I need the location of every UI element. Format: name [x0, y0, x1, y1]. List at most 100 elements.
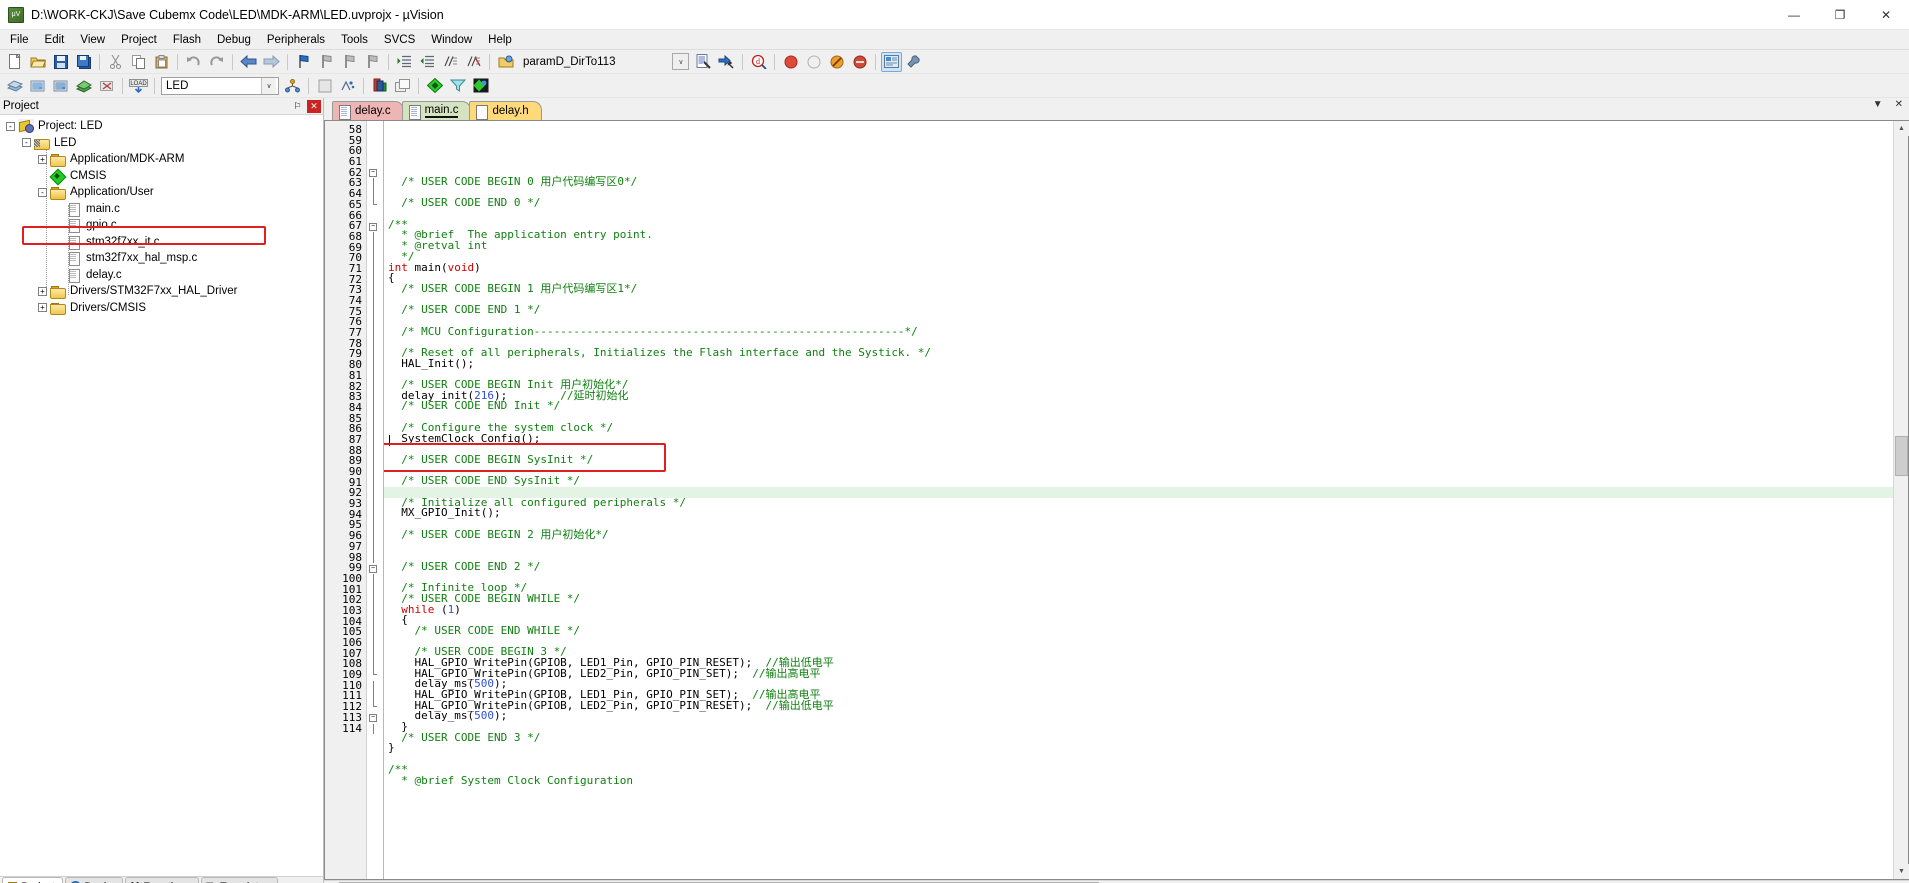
outdent-icon[interactable]	[417, 52, 438, 72]
undo-icon[interactable]	[183, 52, 204, 72]
menu-file[interactable]: File	[2, 30, 37, 50]
fold-collapse-icon[interactable]: −	[369, 565, 377, 573]
arrange-windows-icon[interactable]	[392, 76, 413, 96]
tree-item-delay-c[interactable]: delay.c	[0, 267, 323, 284]
target-select-dropdown[interactable]: ∨	[670, 52, 691, 72]
manage-components-icon[interactable]	[369, 76, 390, 96]
fold-collapse-icon[interactable]: −	[369, 223, 377, 231]
tree-item-cmsis[interactable]: CMSIS	[0, 168, 323, 185]
tree-twisty-icon[interactable]: +	[38, 287, 47, 296]
navigate-back-icon[interactable]	[238, 52, 259, 72]
configure-icon[interactable]	[904, 52, 925, 72]
code-line[interactable]	[384, 540, 1893, 551]
code-line[interactable]: /* MCU Configuration--------------------…	[384, 327, 1893, 338]
code-line[interactable]: */	[384, 252, 1893, 263]
translate-file-icon[interactable]	[4, 76, 25, 96]
code-line[interactable]: * @brief The application entry point.	[384, 230, 1893, 241]
code-line[interactable]: /* USER CODE BEGIN 0 用户代码编写区0*/	[384, 177, 1893, 188]
tree-twisty-icon[interactable]: -	[22, 138, 31, 147]
rebuild-all-icon[interactable]	[50, 76, 71, 96]
project-tree[interactable]: - Project: LED - LED + Application/MDK-A…	[0, 115, 323, 876]
code-viewport[interactable]: 5859606162636465666768697071727374757677…	[325, 121, 1893, 879]
code-line[interactable]: /* USER CODE BEGIN 1 用户代码编写区1*/	[384, 284, 1893, 295]
code-line[interactable]: /* USER CODE BEGIN WHILE */	[384, 594, 1893, 605]
menu-view[interactable]: View	[72, 30, 113, 50]
scroll-up-icon[interactable]: ▲	[1894, 121, 1909, 136]
tree-item-led-target[interactable]: - LED	[0, 135, 323, 152]
menu-help[interactable]: Help	[480, 30, 520, 50]
configuration-wizard-toggle[interactable]	[881, 52, 902, 72]
code-line[interactable]: /* USER CODE END 2 */	[384, 562, 1893, 573]
batch-build-icon[interactable]	[73, 76, 94, 96]
open-file-icon[interactable]	[27, 52, 48, 72]
code-line[interactable]: * @brief System Clock Configuration	[384, 776, 1893, 787]
vertical-scroll-thumb[interactable]	[1895, 436, 1908, 476]
menu-project[interactable]: Project	[113, 30, 165, 50]
code-line[interactable]	[384, 637, 1893, 648]
code-line[interactable]: int main(void)	[384, 263, 1893, 274]
multi-project-build-icon[interactable]	[337, 76, 358, 96]
scroll-down-icon[interactable]: ▼	[1894, 864, 1909, 879]
redo-icon[interactable]	[206, 52, 227, 72]
pin-icon[interactable]: ⚐	[290, 99, 305, 113]
code-line[interactable]: /* USER CODE BEGIN 2 用户初始化*/	[384, 530, 1893, 541]
code-line[interactable]: while (1)	[384, 605, 1893, 616]
editor-tab-delay-c[interactable]: delay.c	[332, 101, 404, 120]
code-line[interactable]: HAL_GPIO_WritePin(GPIOB, LED2_Pin, GPIO_…	[384, 701, 1893, 712]
tree-item-gpio-c[interactable]: gpio.c	[0, 217, 323, 234]
close-tab-icon[interactable]: ✕	[1893, 99, 1905, 110]
tab-books[interactable]: Books	[65, 877, 123, 883]
tab-list-dropdown-icon[interactable]: ▼	[1871, 99, 1885, 110]
fold-marker[interactable]: −	[367, 221, 383, 232]
code-line[interactable]	[384, 295, 1893, 306]
target-options-icon[interactable]	[495, 52, 516, 72]
save-all-icon[interactable]	[73, 52, 94, 72]
manage-run-time-environment-icon[interactable]	[716, 52, 737, 72]
fold-marker[interactable]: −	[367, 563, 383, 574]
close-panel-icon[interactable]: ✕	[307, 100, 321, 113]
comment-icon[interactable]	[440, 52, 461, 72]
insert-bookmark-icon[interactable]	[293, 52, 314, 72]
tree-item-drivers-hal[interactable]: + Drivers/STM32F7xx_HAL_Driver	[0, 283, 323, 300]
editor-vertical-scrollbar[interactable]: ▲ ▼	[1893, 121, 1908, 879]
menu-debug[interactable]: Debug	[209, 30, 259, 50]
fold-collapse-icon[interactable]: −	[369, 714, 377, 722]
breakpoint-disabled-icon[interactable]	[803, 52, 824, 72]
code-line[interactable]: SystemClock_Config();	[384, 434, 1893, 445]
insert-remove-breakpoint-icon[interactable]	[314, 76, 335, 96]
indent-icon[interactable]	[394, 52, 415, 72]
tree-twisty-icon[interactable]: -	[6, 122, 15, 131]
uncomment-icon[interactable]	[463, 52, 484, 72]
prev-bookmark-icon[interactable]	[339, 52, 360, 72]
disable-breakpoint-icon[interactable]	[849, 52, 870, 72]
tab-functions[interactable]: { } Functions	[125, 877, 199, 883]
code-line[interactable]: /* USER CODE END 0 */	[384, 198, 1893, 209]
code-editor[interactable]: 5859606162636465666768697071727374757677…	[324, 120, 1909, 880]
tree-twisty-icon[interactable]: +	[38, 303, 47, 312]
stop-build-icon[interactable]	[96, 76, 117, 96]
code-line[interactable]	[384, 754, 1893, 765]
tree-item-application-mdk-arm[interactable]: + Application/MDK-ARM	[0, 151, 323, 168]
menu-flash[interactable]: Flash	[165, 30, 209, 50]
code-line[interactable]: delay_ms(500);	[384, 711, 1893, 722]
code-line[interactable]: }	[384, 722, 1893, 733]
kill-all-breakpoints-icon[interactable]	[826, 52, 847, 72]
tree-item-application-user[interactable]: - Application/User	[0, 184, 323, 201]
tree-item-drivers-cmsis[interactable]: + Drivers/CMSIS	[0, 300, 323, 317]
editor-tab-delay-h[interactable]: delay.h	[469, 101, 541, 120]
pack-installer-icon[interactable]: d	[748, 52, 769, 72]
clear-bookmarks-icon[interactable]	[362, 52, 383, 72]
menu-peripherals[interactable]: Peripherals	[259, 30, 333, 50]
tree-twisty-icon[interactable]: -	[38, 188, 47, 197]
code-line[interactable]: MX_GPIO_Init();	[384, 508, 1893, 519]
code-line[interactable]: /* Initialize all configured peripherals…	[384, 498, 1893, 509]
cmsis-pack-green-icon[interactable]	[424, 76, 445, 96]
code-line[interactable]: /* Infinite loop */	[384, 583, 1893, 594]
code-line[interactable]	[384, 551, 1893, 562]
tree-item-main-c[interactable]: main.c	[0, 201, 323, 218]
code-line[interactable]	[384, 572, 1893, 583]
code-line[interactable]	[384, 444, 1893, 455]
manage-project-items-icon[interactable]	[282, 76, 303, 96]
tree-twisty-icon[interactable]: +	[38, 155, 47, 164]
code-folding-column[interactable]: −−−−	[367, 121, 383, 879]
